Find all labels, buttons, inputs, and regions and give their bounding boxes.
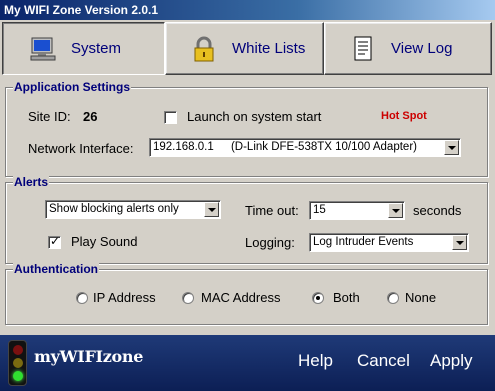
- window-title-bar: My WIFI Zone Version 2.0.1: [0, 0, 495, 20]
- seconds-label: seconds: [413, 203, 462, 218]
- radio-selected-dot: [316, 296, 320, 300]
- radio-mac-address[interactable]: [182, 292, 194, 304]
- blocking-alerts-value: Show blocking alerts only: [49, 203, 179, 215]
- system-tab-label: System: [71, 40, 122, 57]
- network-interface-label: Network Interface:: [28, 141, 134, 156]
- network-interface-ip: 192.168.0.1: [153, 141, 214, 153]
- help-button[interactable]: Help: [298, 351, 333, 371]
- radio-mac-address-label: MAC Address: [201, 290, 281, 305]
- logging-select[interactable]: Log Intruder Events: [309, 233, 469, 252]
- padlock-icon: [190, 35, 218, 63]
- radio-none[interactable]: [387, 292, 399, 304]
- checkmark-icon: ✓: [50, 234, 61, 248]
- network-interface-select[interactable]: 192.168.0.1 (D-Link DFE-538TX 10/100 Ada…: [149, 138, 461, 157]
- view-log-tab-label: View Log: [391, 40, 453, 57]
- chevron-down-icon[interactable]: [452, 235, 467, 250]
- play-sound-label: Play Sound: [71, 234, 138, 249]
- white-lists-tab-label: White Lists: [232, 40, 306, 57]
- computer-monitor-icon: [29, 35, 57, 63]
- radio-both-label: Both: [333, 290, 360, 305]
- authentication-title: Authentication: [13, 262, 99, 276]
- timeout-select[interactable]: 15: [309, 201, 405, 220]
- logging-value: Log Intruder Events: [313, 236, 414, 248]
- radio-none-label: None: [405, 290, 437, 305]
- view-log-tab-button[interactable]: View Log: [324, 22, 492, 75]
- application-settings-group: Application Settings Site ID: 26 Launch …: [5, 80, 488, 177]
- apply-button[interactable]: Apply: [430, 351, 473, 371]
- footer-bar: myWIFIzone Help Cancel Apply: [0, 335, 495, 391]
- chevron-down-icon[interactable]: [204, 202, 219, 217]
- site-id-label: Site ID:: [28, 109, 71, 124]
- site-id-value: 26: [83, 109, 98, 124]
- authentication-group: Authentication IP Address MAC Address Bo…: [5, 262, 488, 325]
- cancel-button[interactable]: Cancel: [357, 351, 410, 371]
- radio-ip-address-label: IP Address: [93, 290, 156, 305]
- application-settings-title: Application Settings: [13, 80, 132, 94]
- main-toolbar: System White Lists View Log: [0, 20, 495, 76]
- blocking-alerts-select[interactable]: Show blocking alerts only: [45, 200, 221, 219]
- play-sound-checkbox[interactable]: ✓: [48, 234, 61, 249]
- white-lists-tab-button[interactable]: White Lists: [165, 22, 324, 75]
- hotspot-label: Hot Spot: [381, 110, 427, 122]
- document-icon: [349, 35, 377, 63]
- timeout-label: Time out:: [245, 203, 299, 218]
- timeout-value: 15: [313, 204, 326, 216]
- traffic-light-icon: [8, 340, 27, 386]
- chevron-down-icon[interactable]: [444, 140, 459, 155]
- logging-label: Logging:: [245, 235, 295, 250]
- radio-ip-address[interactable]: [76, 292, 88, 304]
- launch-on-start-checkbox[interactable]: [164, 111, 177, 124]
- brand-logo-text: myWIFIzone: [34, 347, 144, 366]
- chevron-down-icon[interactable]: [388, 203, 403, 218]
- alerts-group: Alerts Show blocking alerts only Time ou…: [5, 175, 488, 264]
- system-tab-button[interactable]: System: [2, 22, 165, 75]
- launch-on-start-label: Launch on system start: [187, 109, 322, 124]
- window-title: My WIFI Zone Version 2.0.1: [4, 3, 159, 17]
- alerts-title: Alerts: [13, 175, 50, 189]
- network-interface-adapter: (D-Link DFE-538TX 10/100 Adapter): [230, 141, 417, 153]
- radio-both[interactable]: [312, 292, 324, 304]
